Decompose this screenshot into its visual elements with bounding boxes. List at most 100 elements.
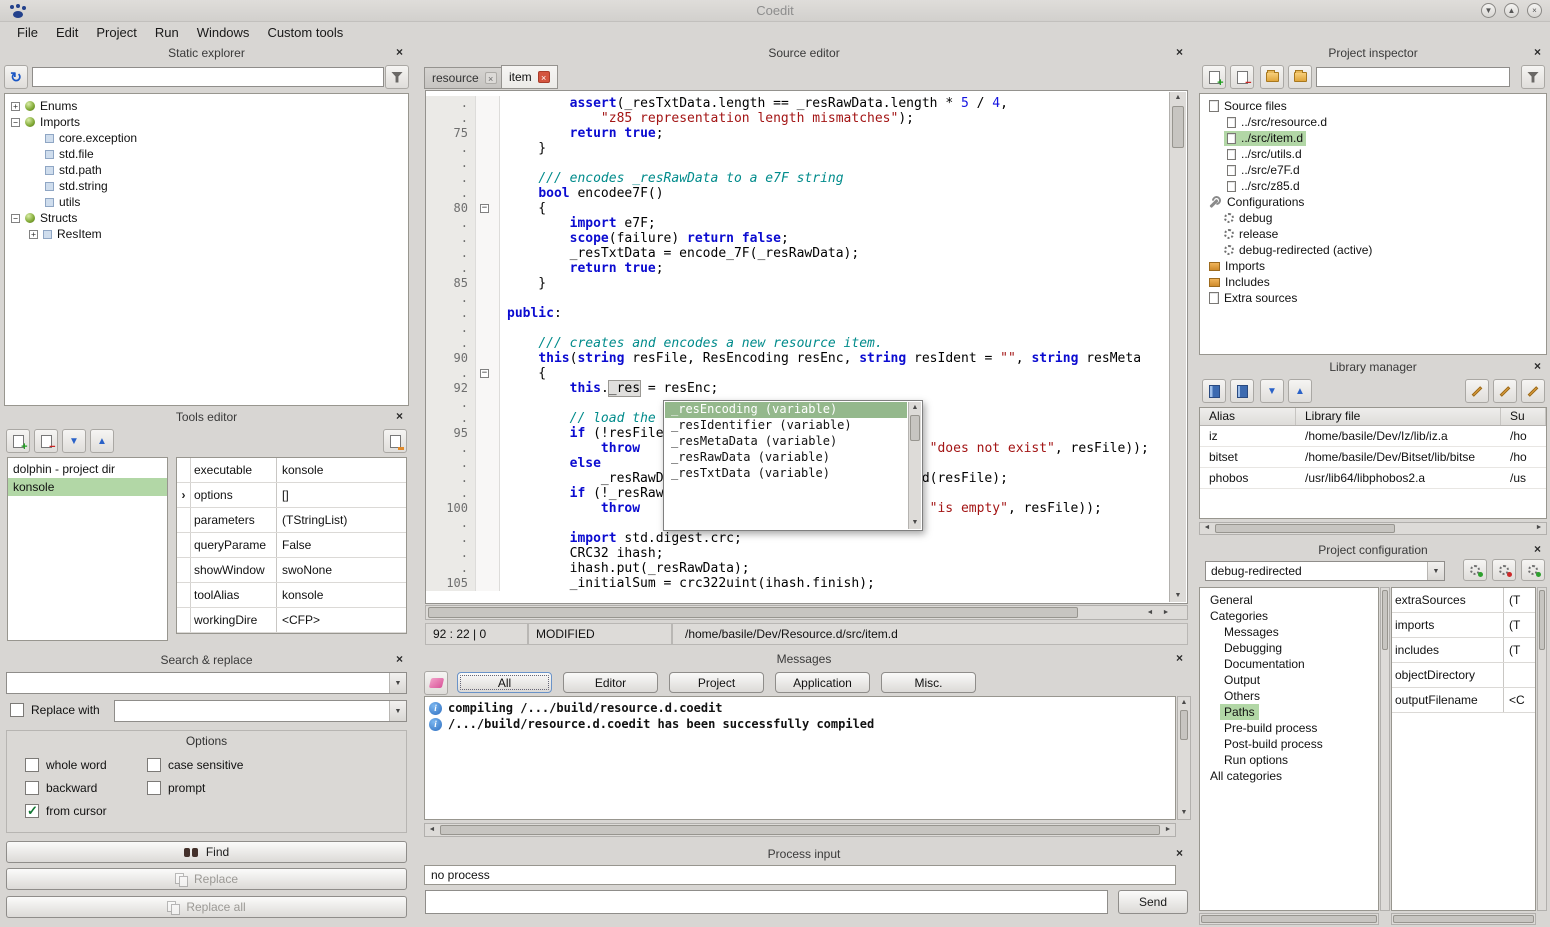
process-input-field[interactable] bbox=[425, 890, 1108, 914]
configuration-select[interactable]: debug-redirected ▼ bbox=[1205, 561, 1445, 581]
project-source-file[interactable]: ../src/resource.d bbox=[1200, 114, 1546, 130]
window-maximize-icon[interactable]: ▲ bbox=[1504, 3, 1519, 18]
move-down-button[interactable]: ▼ bbox=[1260, 379, 1284, 403]
menu-run[interactable]: Run bbox=[146, 23, 188, 42]
from-cursor-option[interactable]: from cursor bbox=[25, 804, 147, 818]
messages-filter-editor[interactable]: Editor bbox=[563, 672, 658, 693]
scrollbar-thumb[interactable] bbox=[1382, 590, 1388, 650]
scrollbar-thumb[interactable] bbox=[910, 415, 920, 441]
scroll-down-icon[interactable]: ▼ bbox=[908, 517, 922, 529]
column-library-file[interactable]: Library file bbox=[1296, 408, 1501, 425]
open-folder-button[interactable] bbox=[1288, 65, 1312, 89]
tool-property-row[interactable]: showWindowswoNone bbox=[177, 558, 406, 583]
filter-button[interactable] bbox=[1521, 65, 1545, 89]
config-category[interactable]: Debugging bbox=[1200, 640, 1378, 656]
popup-scrollbar[interactable]: ▲ ▼ bbox=[908, 402, 921, 529]
project-source-file[interactable]: ../src/z85.d bbox=[1200, 178, 1546, 194]
move-up-button[interactable]: ▲ bbox=[90, 429, 114, 453]
scrollbar-thumb[interactable] bbox=[1215, 524, 1395, 533]
replace-term-combo[interactable]: ▼ bbox=[114, 700, 407, 722]
config-category[interactable]: Output bbox=[1200, 672, 1378, 688]
prompt-option[interactable]: prompt bbox=[147, 781, 406, 795]
project-source-file[interactable]: ../src/e7F.d bbox=[1200, 162, 1546, 178]
tree-item-module[interactable]: std.path bbox=[5, 162, 408, 178]
checkbox[interactable] bbox=[25, 781, 39, 795]
add-configuration-button[interactable] bbox=[1463, 559, 1487, 581]
fold-collapse-icon[interactable]: − bbox=[480, 204, 489, 213]
config-category[interactable]: Paths bbox=[1200, 704, 1378, 720]
config-category[interactable]: Documentation bbox=[1200, 656, 1378, 672]
add-folder-button[interactable] bbox=[1260, 65, 1284, 89]
scrollbar-thumb[interactable] bbox=[1393, 915, 1534, 923]
config-category[interactable]: Categories bbox=[1200, 608, 1378, 624]
scroll-down-icon[interactable]: ▼ bbox=[1177, 807, 1191, 819]
close-icon[interactable]: × bbox=[1173, 652, 1186, 665]
tool-item[interactable]: dolphin - project dir bbox=[8, 460, 167, 478]
tool-property-row[interactable]: parameters(TStringList) bbox=[177, 508, 406, 533]
tree-item-enums[interactable]: +Enums bbox=[5, 98, 408, 114]
remove-configuration-button[interactable] bbox=[1492, 559, 1516, 581]
tree-group-configurations[interactable]: Configurations bbox=[1200, 194, 1546, 210]
column-source[interactable]: Su bbox=[1501, 408, 1546, 425]
config-category[interactable]: General bbox=[1200, 592, 1378, 608]
tab-close-icon[interactable]: × bbox=[485, 72, 497, 84]
export-tool-button[interactable] bbox=[383, 429, 407, 453]
close-icon[interactable]: × bbox=[1173, 847, 1186, 860]
window-minimize-icon[interactable]: ▼ bbox=[1481, 3, 1496, 18]
case-sensitive-option[interactable]: case sensitive bbox=[147, 758, 406, 772]
message-item[interactable]: i/.../build/resource.d.coedit has been s… bbox=[425, 716, 1175, 732]
clone-configuration-button[interactable] bbox=[1521, 559, 1545, 581]
project-configuration-item[interactable]: release bbox=[1200, 226, 1546, 242]
messages-filter-all[interactable]: All bbox=[457, 672, 552, 693]
symbol-search-input[interactable] bbox=[32, 67, 384, 87]
replace-all-button[interactable]: Replace all bbox=[6, 896, 407, 918]
replace-with-checkbox[interactable] bbox=[10, 703, 24, 717]
remove-source-button[interactable] bbox=[1230, 65, 1254, 89]
editor-vertical-scrollbar[interactable]: ▲ ▼ bbox=[1169, 92, 1186, 602]
scrollbar-thumb[interactable] bbox=[1180, 710, 1188, 740]
config-category[interactable]: All categories bbox=[1200, 768, 1378, 784]
remove-library-button[interactable] bbox=[1230, 379, 1254, 403]
messages-filter-misc[interactable]: Misc. bbox=[881, 672, 976, 693]
messages-horizontal-scrollbar[interactable]: ◄ ► bbox=[424, 823, 1176, 837]
collapse-icon[interactable]: − bbox=[11, 118, 20, 127]
tree-group-includes[interactable]: Includes bbox=[1200, 274, 1546, 290]
config-property-row[interactable]: objectDirectory bbox=[1392, 663, 1535, 688]
whole-word-option[interactable]: whole word bbox=[25, 758, 147, 772]
menu-edit[interactable]: Edit bbox=[47, 23, 87, 42]
tree-item-module[interactable]: utils bbox=[5, 194, 408, 210]
library-row[interactable]: bitset/home/basile/Dev/Bitset/lib/bitse/… bbox=[1200, 447, 1546, 468]
tree-item-resitem[interactable]: +ResItem bbox=[5, 226, 408, 242]
config-category[interactable]: Messages bbox=[1200, 624, 1378, 640]
collapse-icon[interactable]: − bbox=[11, 214, 20, 223]
project-filter-input[interactable] bbox=[1316, 67, 1510, 87]
select-library-file-button[interactable] bbox=[1493, 379, 1517, 403]
category-horizontal-scrollbar[interactable] bbox=[1199, 913, 1379, 925]
config-category[interactable]: Others bbox=[1200, 688, 1378, 704]
move-up-button[interactable]: ▲ bbox=[1288, 379, 1312, 403]
remove-tool-button[interactable] bbox=[34, 429, 58, 453]
editor-horizontal-scrollbar[interactable]: ◄ ► bbox=[425, 605, 1188, 620]
config-property-row[interactable]: outputFilename<C bbox=[1392, 688, 1535, 713]
message-item[interactable]: icompiling /.../build/resource.d.coedit bbox=[425, 700, 1175, 716]
scroll-right-icon[interactable]: ► bbox=[1159, 607, 1173, 619]
category-scrollbar[interactable] bbox=[1380, 587, 1390, 911]
completion-item[interactable]: _resIdentifier (variable) bbox=[665, 418, 907, 434]
tree-group-imports[interactable]: Imports bbox=[1200, 258, 1546, 274]
completion-item[interactable]: _resEncoding (variable) bbox=[665, 402, 907, 418]
menu-custom-tools[interactable]: Custom tools bbox=[258, 23, 352, 42]
project-source-file[interactable]: ../src/utils.d bbox=[1200, 146, 1546, 162]
config-property-row[interactable]: extraSources(T bbox=[1392, 588, 1535, 613]
config-category[interactable]: Pre-build process bbox=[1200, 720, 1378, 736]
tree-item-structs[interactable]: −Structs bbox=[5, 210, 408, 226]
clear-messages-button[interactable] bbox=[424, 671, 448, 695]
tab-close-icon[interactable]: × bbox=[538, 71, 550, 83]
filter-button[interactable] bbox=[385, 65, 409, 89]
grid-horizontal-scrollbar[interactable] bbox=[1391, 913, 1536, 925]
chevron-down-icon[interactable]: ▼ bbox=[389, 673, 406, 693]
edit-alias-button[interactable] bbox=[1465, 379, 1489, 403]
refresh-button[interactable]: ↻ bbox=[4, 65, 28, 89]
expand-icon[interactable]: + bbox=[29, 230, 38, 239]
tool-item-selected[interactable]: konsole bbox=[8, 478, 167, 496]
expand-icon[interactable]: + bbox=[11, 102, 20, 111]
